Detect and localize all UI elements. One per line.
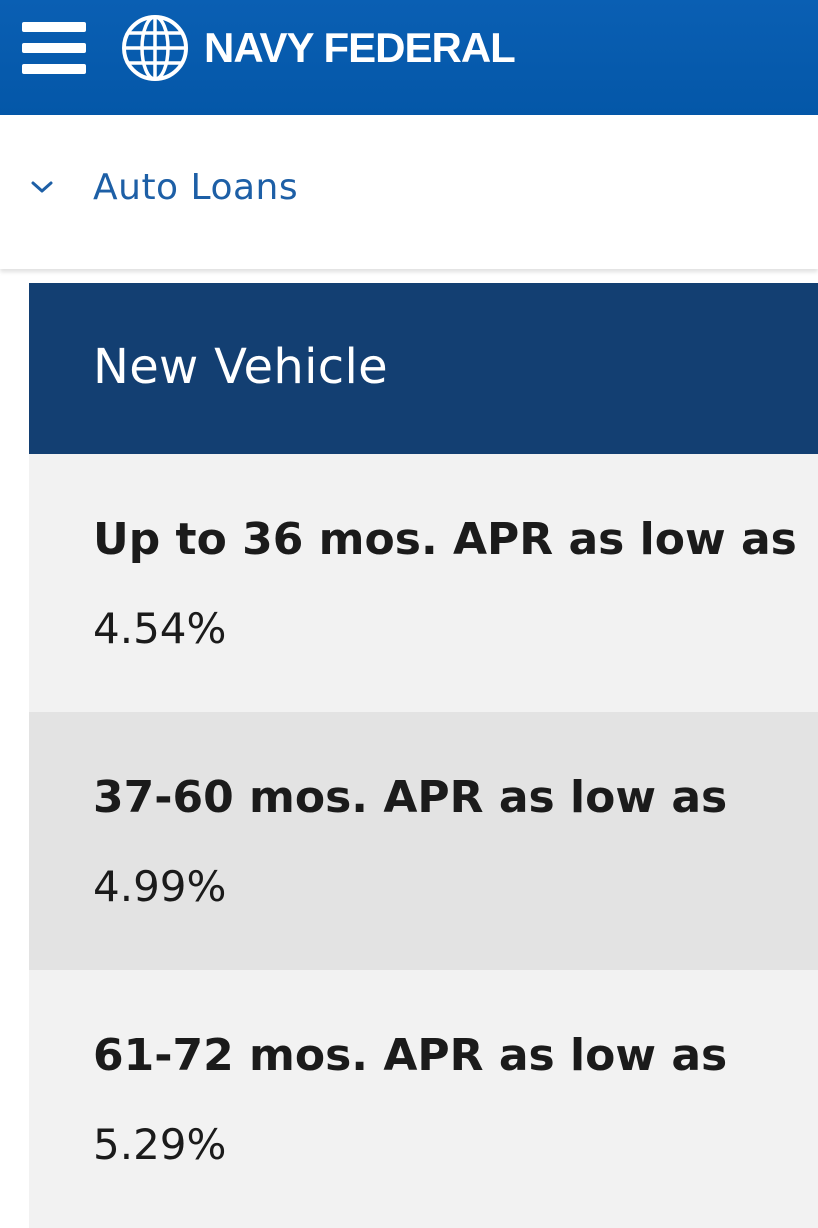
rate-row: 61-72 mos. APR as low as 5.29% (29, 970, 818, 1228)
hamburger-menu-icon[interactable] (22, 22, 86, 74)
brand-name: NAVY FEDERAL (204, 24, 516, 71)
card-header: New Vehicle (29, 283, 818, 454)
rate-term: 37-60 mos. APR as low as (93, 772, 728, 823)
new-vehicle-rates-card: New Vehicle Up to 36 mos. APR as low as … (29, 283, 818, 1228)
auto-loans-nav[interactable]: Auto Loans (0, 115, 818, 269)
menu-bar (22, 43, 86, 53)
card-title: New Vehicle (93, 339, 388, 395)
rate-value: 5.29% (93, 1120, 227, 1169)
auto-loans-label: Auto Loans (93, 167, 299, 208)
rate-row: Up to 36 mos. APR as low as 4.54% (29, 454, 818, 712)
rate-value: 4.54% (93, 604, 227, 653)
chevron-down-icon (31, 181, 53, 193)
brand-logo[interactable]: NAVY FEDERAL (120, 12, 516, 84)
globe-icon (122, 15, 188, 81)
menu-bar (22, 64, 86, 74)
rate-term: 61-72 mos. APR as low as (93, 1030, 728, 1081)
rate-row: 37-60 mos. APR as low as 4.99% (29, 712, 818, 970)
menu-bar (22, 22, 86, 32)
rate-term: Up to 36 mos. APR as low as (93, 514, 797, 565)
top-header: NAVY FEDERAL (0, 0, 818, 115)
rate-value: 4.99% (93, 862, 227, 911)
